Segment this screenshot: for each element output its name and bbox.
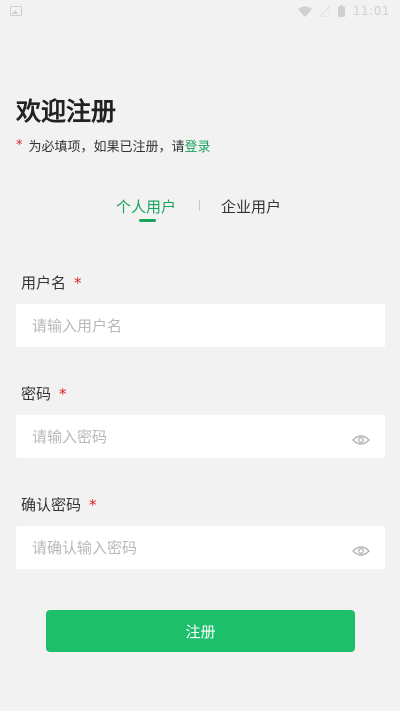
active-tab-indicator xyxy=(139,219,156,222)
tab-divider xyxy=(199,200,200,211)
register-button[interactable]: 注册 xyxy=(46,610,355,652)
hint-text: 为必填项，如果已注册，请 xyxy=(28,140,185,155)
confirm-password-input[interactable] xyxy=(16,526,385,569)
password-label: 密码 * xyxy=(21,383,67,404)
login-link[interactable]: 登录 xyxy=(185,136,211,155)
status-left xyxy=(10,6,22,16)
password-input[interactable] xyxy=(16,415,385,458)
clock: 11:01 xyxy=(352,4,390,18)
status-right: 11:01 xyxy=(297,4,390,18)
status-bar: 11:01 xyxy=(0,0,400,22)
confirm-password-required-star: * xyxy=(89,496,97,514)
image-icon xyxy=(10,6,22,16)
username-label: 用户名 * xyxy=(21,272,82,293)
wifi-icon xyxy=(297,6,312,17)
register-screen: 11:01 欢迎注册 * 为必填项，如果已注册，请 登录 个人用户 企业用户 用… xyxy=(0,0,400,711)
confirm-password-label-text: 确认密码 xyxy=(21,496,82,514)
page-title: 欢迎注册 xyxy=(16,97,117,126)
required-star: * xyxy=(16,138,23,153)
battery-icon xyxy=(337,5,345,17)
user-type-tabs: 个人用户 企业用户 xyxy=(0,196,400,230)
tab-enterprise-user[interactable]: 企业用户 xyxy=(221,196,281,217)
username-label-text: 用户名 xyxy=(21,274,67,292)
password-label-text: 密码 xyxy=(21,385,52,403)
password-required-star: * xyxy=(59,385,67,403)
username-input[interactable] xyxy=(16,304,385,347)
signal-icon xyxy=(319,5,330,17)
password-visibility-eye-icon[interactable] xyxy=(352,431,370,445)
confirm-password-visibility-eye-icon[interactable] xyxy=(352,542,370,556)
required-hint: * 为必填项，如果已注册，请 登录 xyxy=(16,136,211,155)
confirm-password-label: 确认密码 * xyxy=(21,494,97,515)
username-required-star: * xyxy=(74,274,82,292)
tab-personal-user[interactable]: 个人用户 xyxy=(116,196,176,217)
